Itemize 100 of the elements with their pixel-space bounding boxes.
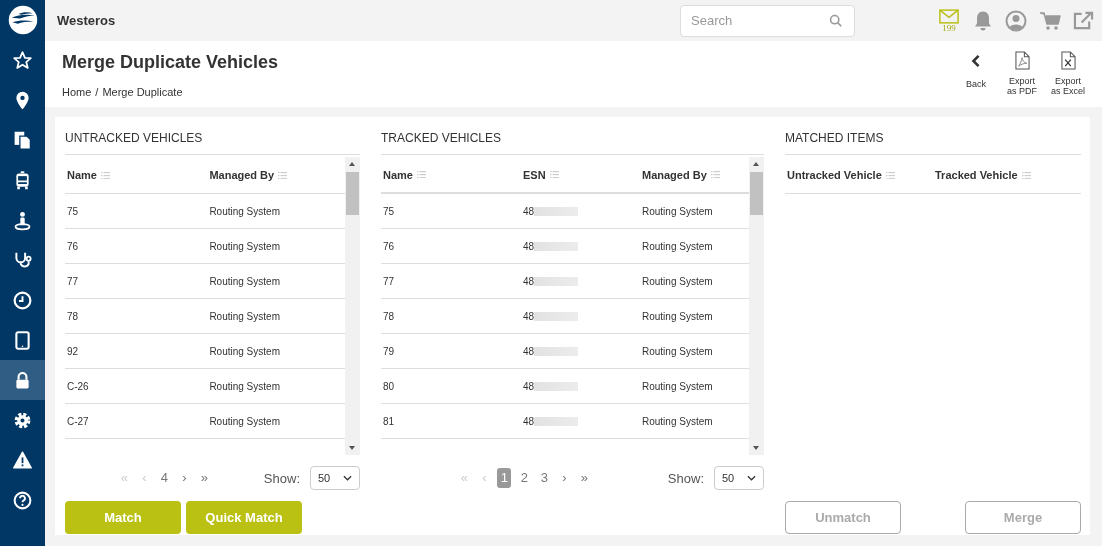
search-icon[interactable]	[829, 13, 843, 28]
column-title[interactable]: Managed By	[209, 169, 275, 181]
logo[interactable]	[7, 5, 38, 35]
table-cell: 48	[523, 205, 535, 217]
column-title[interactable]: Name	[67, 169, 97, 181]
page-size-select[interactable]: 50	[310, 466, 360, 490]
table-cell-text: 80	[382, 380, 396, 392]
table-cell-text: Routing System	[641, 240, 714, 252]
table-cell-text: Routing System	[208, 205, 281, 217]
table-cell-text: 78	[66, 310, 80, 322]
table-cell-text: Routing System	[641, 345, 714, 357]
tablet-icon	[12, 329, 33, 351]
page-title: Merge Duplicate Vehicles	[62, 51, 280, 73]
redaction-bar	[534, 346, 579, 356]
table-cell-text: Routing System	[208, 380, 281, 392]
panel-title: TRACKED VEHICLES	[381, 123, 764, 155]
list-icon[interactable]	[278, 171, 288, 179]
list-icon[interactable]	[416, 171, 426, 178]
table-cell: 48	[523, 240, 535, 252]
panel-title: UNTRACKED VEHICLES	[65, 123, 360, 155]
mail-count: 199	[942, 23, 956, 33]
table-cell: 48	[523, 380, 535, 392]
column-header[interactable]: Managed By	[640, 168, 748, 181]
show-label: Show:	[667, 470, 704, 486]
user-icon[interactable]	[1005, 9, 1027, 32]
table-cell-text: 77	[66, 275, 80, 287]
app-title: Westeros	[57, 13, 117, 28]
column-title[interactable]: ESN	[523, 168, 546, 181]
column-title[interactable]: Untracked Vehicle	[787, 169, 882, 181]
clock-icon	[12, 289, 33, 311]
help-icon	[12, 489, 33, 511]
chevron-down-icon	[343, 475, 352, 481]
search-field[interactable]: Search	[680, 4, 855, 37]
list-icon[interactable]	[1021, 171, 1031, 179]
table-cell-text: 76	[382, 240, 396, 252]
table-cell: 48	[523, 310, 535, 322]
external-link-icon[interactable]	[1073, 11, 1094, 30]
chevron-down-icon	[747, 475, 756, 481]
table-cell-text: Routing System	[641, 415, 714, 427]
table-cell-text: 76	[66, 240, 80, 252]
redaction-bar	[534, 206, 579, 216]
column-title[interactable]: Tracked Vehicle	[935, 169, 1018, 181]
breadcrumb-current: Merge Duplicate	[102, 86, 183, 98]
table-cell-text: 78	[382, 310, 396, 322]
warning-icon	[12, 449, 33, 471]
scrollbar[interactable]	[749, 157, 764, 455]
breadcrumb-link[interactable]: Home	[62, 86, 92, 98]
page-link[interactable]: 3	[537, 468, 552, 488]
pdf-file-icon	[1014, 51, 1030, 70]
page-link[interactable]: 4	[157, 468, 172, 488]
back-icon	[970, 53, 982, 69]
table-cell-text: C-26	[66, 380, 90, 392]
redaction-bar	[534, 311, 579, 321]
scrollbar[interactable]	[345, 157, 360, 455]
column-header[interactable]: Name	[381, 168, 521, 181]
show-label: Show:	[263, 470, 300, 486]
list-icon[interactable]	[710, 171, 720, 178]
excel-file-icon	[1060, 51, 1076, 70]
table-cell-text: 75	[66, 205, 80, 217]
table-cell-text: Routing System	[208, 345, 281, 357]
table-cell-text: Routing System	[641, 310, 714, 322]
column-header[interactable]: Managed By	[207, 169, 345, 181]
table-cell-text: Routing System	[641, 380, 714, 392]
documents-icon	[12, 129, 33, 151]
table-cell-text: Routing System	[208, 275, 281, 287]
cart-icon[interactable]	[1039, 10, 1061, 31]
column-header[interactable]: Name	[65, 169, 208, 181]
star-icon	[12, 49, 33, 71]
table-cell-text: Routing System	[641, 275, 714, 287]
table-cell-text: 81	[382, 415, 396, 427]
redaction-bar	[534, 416, 579, 426]
list-icon[interactable]	[549, 171, 559, 178]
breadcrumb-separator: /	[95, 86, 99, 98]
panel-title: MATCHED ITEMS	[785, 123, 1081, 155]
page-size-select[interactable]: 50	[714, 466, 764, 490]
table-cell-text: Routing System	[641, 205, 714, 217]
table-cell-text: 79	[382, 345, 396, 357]
person-icon	[12, 209, 33, 231]
list-icon[interactable]	[885, 171, 895, 179]
redaction-bar	[534, 276, 579, 286]
page-link[interactable]: 2	[517, 468, 532, 488]
bell-icon[interactable]	[973, 9, 993, 32]
mail-icon[interactable]	[939, 8, 959, 24]
nav-item[interactable]	[0, 360, 45, 400]
table-cell-text: C-27	[66, 415, 90, 427]
list-icon[interactable]	[100, 171, 110, 179]
table-cell-text: 75	[382, 205, 396, 217]
table-cell-text: Routing System	[208, 240, 281, 252]
redaction-bar	[534, 381, 579, 391]
back-button[interactable]: Back	[959, 51, 993, 107]
table-cell: 48	[523, 345, 535, 357]
export-button[interactable]: Export as PDF	[1005, 51, 1039, 107]
redaction-bar	[534, 241, 579, 251]
column-title[interactable]: Name	[383, 168, 413, 181]
column-header[interactable]: Tracked Vehicle	[933, 169, 1081, 181]
export-button[interactable]: Export as Excel	[1051, 51, 1085, 107]
column-header[interactable]: Untracked Vehicle	[785, 169, 933, 181]
table-cell: 48	[523, 275, 535, 287]
column-header[interactable]: ESN	[521, 168, 640, 181]
column-title[interactable]: Managed By	[642, 168, 707, 181]
